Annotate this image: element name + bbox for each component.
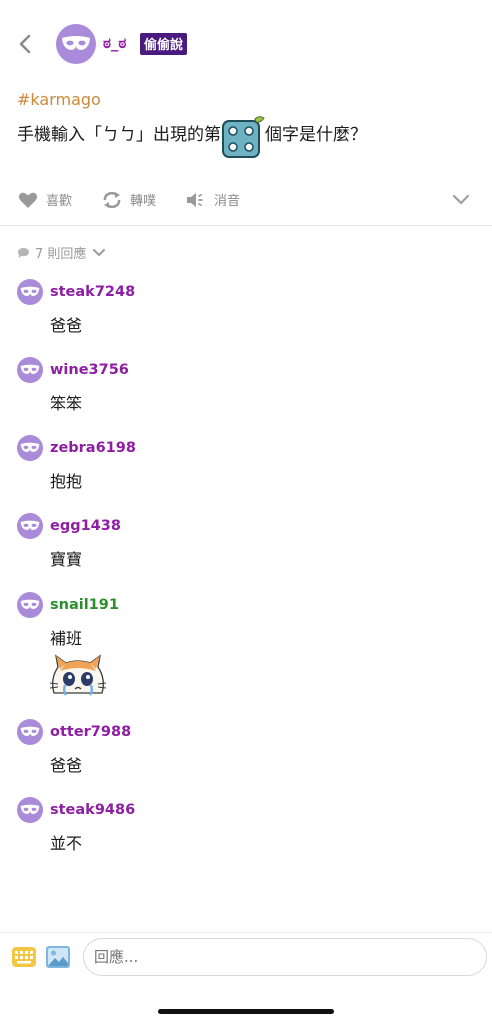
comment-text: 爸爸 — [50, 316, 83, 335]
like-button[interactable]: 喜歡 — [18, 190, 72, 209]
comment-text: 補班 — [50, 629, 83, 648]
mute-label: 消音 — [214, 194, 241, 209]
back-button[interactable] — [12, 30, 40, 58]
chevron-down-icon — [452, 194, 470, 205]
commenter-avatar[interactable] — [17, 279, 43, 305]
commenter-name[interactable]: steak7248 — [50, 284, 135, 300]
reply-input[interactable] — [83, 938, 487, 976]
commenter-name[interactable]: wine3756 — [50, 362, 129, 378]
divider — [0, 932, 492, 933]
commenter-name[interactable]: snail191 — [50, 597, 119, 613]
keyboard-icon — [12, 947, 36, 967]
heart-icon — [18, 192, 38, 208]
comment-item: snail191 補班 — [17, 591, 477, 699]
commenter-name[interactable]: otter7988 — [50, 724, 131, 740]
home-indicator[interactable] — [158, 1009, 334, 1014]
divider — [0, 225, 492, 226]
comment-item: zebra6198 抱抱 — [17, 434, 477, 492]
comment-item: wine3756 笨笨 — [17, 356, 477, 414]
like-label: 喜歡 — [46, 194, 73, 209]
commenter-avatar[interactable] — [17, 592, 43, 618]
post-content: #karmago 手機輸入「ㄅㄅ」出現的第 個字是什麼？ — [17, 90, 477, 158]
speech-bubble-icon — [18, 247, 29, 258]
comment-item: egg1438 寶寶 — [17, 512, 477, 570]
author-avatar[interactable] — [56, 24, 96, 64]
mask-icon — [20, 804, 40, 814]
keyboard-button[interactable] — [11, 944, 37, 970]
comment-text: 笨笨 — [50, 394, 83, 413]
commenter-avatar[interactable] — [17, 719, 43, 745]
dice-emoticon-icon — [222, 116, 265, 158]
comment-item: steak9486 並不 — [17, 796, 477, 854]
mask-icon — [20, 520, 40, 530]
reply-count-toggle[interactable]: 7 則回應 — [17, 243, 111, 262]
mask-icon — [20, 726, 40, 736]
commenter-avatar[interactable] — [17, 435, 43, 461]
comment-item: steak7248 爸爸 — [17, 278, 477, 336]
commenter-name[interactable]: egg1438 — [50, 518, 121, 534]
mask-icon — [20, 599, 40, 609]
comment-text: 抱抱 — [50, 472, 83, 491]
author-name[interactable]: ಠ_ಠ — [103, 34, 126, 52]
chevron-left-icon — [19, 34, 31, 54]
commenter-name[interactable]: steak9486 — [50, 802, 135, 818]
repost-button[interactable]: 轉噗 — [102, 190, 156, 209]
commenter-avatar[interactable] — [17, 357, 43, 383]
mask-icon — [62, 36, 90, 50]
repost-icon — [103, 191, 121, 208]
post-text-before: 手機輸入「ㄅㄅ」出現的第 — [17, 124, 221, 145]
image-upload-button[interactable] — [45, 944, 71, 970]
post-text: 手機輸入「ㄅㄅ」出現的第 個字是什麼？ — [17, 115, 477, 158]
commenter-avatar[interactable] — [17, 513, 43, 539]
post-hashtag[interactable]: #karmago — [17, 90, 477, 109]
reply-count-label: 7 則回應 — [35, 247, 87, 262]
repost-label: 轉噗 — [130, 194, 157, 209]
mask-icon — [20, 286, 40, 296]
anonymous-badge: 偷偷說 — [140, 33, 188, 55]
post-actions: 喜歡 轉噗 消音 — [0, 190, 492, 220]
mask-icon — [20, 442, 40, 452]
image-icon — [46, 946, 70, 968]
post-text-after: 個字是什麼？ — [265, 124, 367, 145]
crying-cat-sticker — [49, 654, 107, 696]
mask-icon — [20, 364, 40, 374]
comment-text: 爸爸 — [50, 756, 83, 775]
mute-button[interactable]: 消音 — [186, 190, 240, 209]
comment-text: 並不 — [50, 834, 83, 853]
plurk-post-screen: ಠ_ಠ 偷偷說 #karmago 手機輸入「ㄅㄅ」出現的第 個字是什麼？ 喜歡 — [0, 0, 492, 1024]
header: ಠ_ಠ 偷偷說 — [0, 20, 492, 68]
more-options-button[interactable] — [452, 194, 478, 206]
speaker-mute-icon — [187, 192, 203, 207]
commenter-avatar[interactable] — [17, 797, 43, 823]
commenter-name[interactable]: zebra6198 — [50, 440, 136, 456]
comment-item: otter7988 爸爸 — [17, 718, 477, 776]
comment-text: 寶寶 — [50, 550, 83, 569]
chevron-down-icon — [93, 248, 106, 256]
